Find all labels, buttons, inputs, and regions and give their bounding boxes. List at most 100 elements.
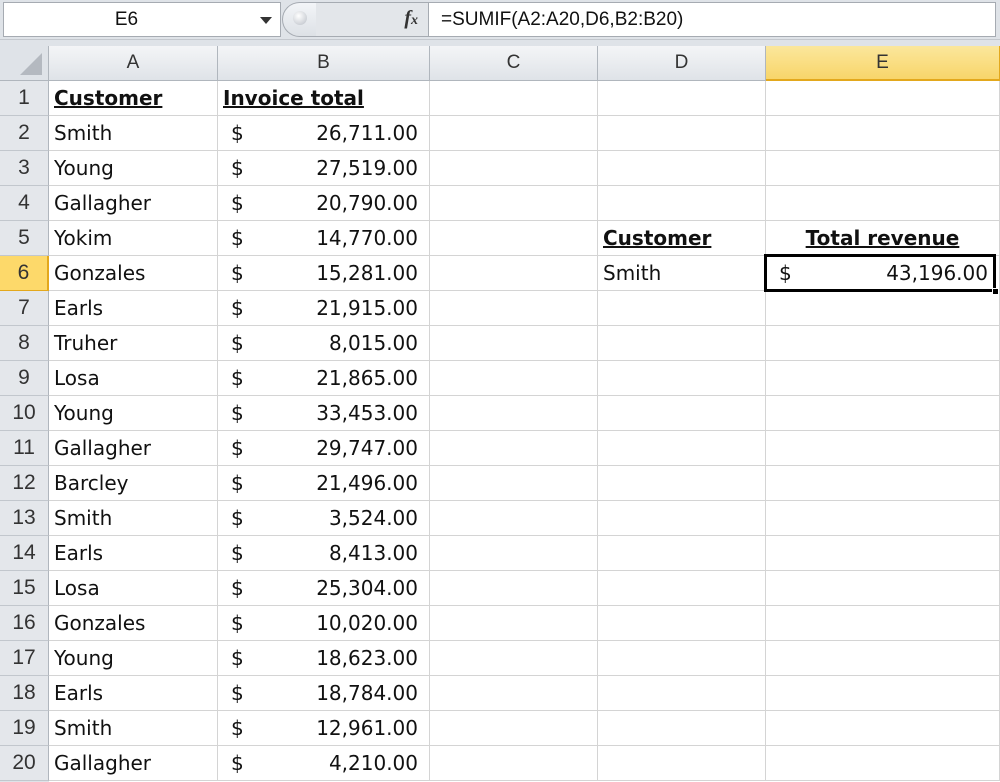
cell-d9[interactable] <box>598 361 766 396</box>
cell-c7[interactable] <box>430 291 598 326</box>
cell-e12[interactable] <box>766 466 1000 501</box>
cell-a11[interactable]: Gallagher <box>49 431 218 466</box>
cell-e13[interactable] <box>766 501 1000 536</box>
cell-d20[interactable] <box>598 746 766 781</box>
cell-a13[interactable]: Smith <box>49 501 218 536</box>
cell-e20[interactable] <box>766 746 1000 781</box>
cell-e17[interactable] <box>766 641 1000 676</box>
cell-e15[interactable] <box>766 571 1000 606</box>
formula-input[interactable]: =SUMIF(A2:A20,D6,B2:B20) <box>428 2 996 37</box>
cell-d12[interactable] <box>598 466 766 501</box>
cell-d7[interactable] <box>598 291 766 326</box>
cell-c11[interactable] <box>430 431 598 466</box>
cell-b17[interactable]: $18,623.00 <box>218 641 430 676</box>
cell-e18[interactable] <box>766 676 1000 711</box>
cell-b14[interactable]: $8,413.00 <box>218 536 430 571</box>
cell-a10[interactable]: Young <box>49 396 218 431</box>
cell-e19[interactable] <box>766 711 1000 746</box>
row-header-11[interactable]: 11 <box>0 431 49 466</box>
cell-c17[interactable] <box>430 641 598 676</box>
row-header-19[interactable]: 19 <box>0 711 49 746</box>
row-header-10[interactable]: 10 <box>0 396 49 431</box>
row-header-2[interactable]: 2 <box>0 116 49 151</box>
cell-b12[interactable]: $21,496.00 <box>218 466 430 501</box>
row-header-1[interactable]: 1 <box>0 81 49 116</box>
cell-a18[interactable]: Earls <box>49 676 218 711</box>
cell-c20[interactable] <box>430 746 598 781</box>
row-header-8[interactable]: 8 <box>0 326 49 361</box>
cell-b19[interactable]: $12,961.00 <box>218 711 430 746</box>
row-header-5[interactable]: 5 <box>0 221 49 256</box>
cell-a8[interactable]: Truher <box>49 326 218 361</box>
column-header-c[interactable]: C <box>430 46 598 81</box>
cell-a12[interactable]: Barcley <box>49 466 218 501</box>
cell-d5[interactable]: Customer <box>598 221 766 256</box>
cell-c14[interactable] <box>430 536 598 571</box>
fill-handle[interactable] <box>992 288 999 295</box>
formula-bar-splitter[interactable] <box>282 2 316 37</box>
cell-e11[interactable] <box>766 431 1000 466</box>
cell-d10[interactable] <box>598 396 766 431</box>
row-header-15[interactable]: 15 <box>0 571 49 606</box>
cell-c13[interactable] <box>430 501 598 536</box>
cell-a19[interactable]: Smith <box>49 711 218 746</box>
name-box-value[interactable]: E6 <box>4 3 249 36</box>
cell-b1[interactable]: Invoice total <box>218 81 430 116</box>
cell-c19[interactable] <box>430 711 598 746</box>
cell-d14[interactable] <box>598 536 766 571</box>
cell-c2[interactable] <box>430 116 598 151</box>
name-box[interactable]: E6 <box>3 2 281 37</box>
cell-a4[interactable]: Gallagher <box>49 186 218 221</box>
cell-d4[interactable] <box>598 186 766 221</box>
cell-e16[interactable] <box>766 606 1000 641</box>
cell-d1[interactable] <box>598 81 766 116</box>
cell-d6[interactable]: Smith <box>598 256 766 291</box>
cell-e10[interactable] <box>766 396 1000 431</box>
cell-d18[interactable] <box>598 676 766 711</box>
cell-b18[interactable]: $18,784.00 <box>218 676 430 711</box>
cell-b9[interactable]: $21,865.00 <box>218 361 430 396</box>
cell-c16[interactable] <box>430 606 598 641</box>
cell-b20[interactable]: $4,210.00 <box>218 746 430 781</box>
cell-e5[interactable]: Total revenue <box>766 221 1000 256</box>
cell-c6[interactable] <box>430 256 598 291</box>
cell-b7[interactable]: $21,915.00 <box>218 291 430 326</box>
cell-b10[interactable]: $33,453.00 <box>218 396 430 431</box>
row-header-6[interactable]: 6 <box>0 256 49 291</box>
cell-d8[interactable] <box>598 326 766 361</box>
cell-a2[interactable]: Smith <box>49 116 218 151</box>
column-header-d[interactable]: D <box>598 46 766 81</box>
cell-a5[interactable]: Yokim <box>49 221 218 256</box>
row-header-16[interactable]: 16 <box>0 606 49 641</box>
cell-b6[interactable]: $15,281.00 <box>218 256 430 291</box>
cell-b3[interactable]: $27,519.00 <box>218 151 430 186</box>
cell-d13[interactable] <box>598 501 766 536</box>
cell-a9[interactable]: Losa <box>49 361 218 396</box>
row-header-13[interactable]: 13 <box>0 501 49 536</box>
cell-a16[interactable]: Gonzales <box>49 606 218 641</box>
cell-b2[interactable]: $26,711.00 <box>218 116 430 151</box>
cell-e4[interactable] <box>766 186 1000 221</box>
cell-d15[interactable] <box>598 571 766 606</box>
cell-b4[interactable]: $20,790.00 <box>218 186 430 221</box>
cell-d17[interactable] <box>598 641 766 676</box>
cell-e1[interactable] <box>766 81 1000 116</box>
cell-d3[interactable] <box>598 151 766 186</box>
column-header-a[interactable]: A <box>49 46 218 81</box>
cell-a17[interactable]: Young <box>49 641 218 676</box>
cell-c3[interactable] <box>430 151 598 186</box>
cell-a20[interactable]: Gallagher <box>49 746 218 781</box>
cell-d16[interactable] <box>598 606 766 641</box>
row-header-20[interactable]: 20 <box>0 746 49 781</box>
row-header-7[interactable]: 7 <box>0 291 49 326</box>
cell-c1[interactable] <box>430 81 598 116</box>
row-header-4[interactable]: 4 <box>0 186 49 221</box>
insert-function-icon[interactable]: fx <box>404 7 418 30</box>
cell-a3[interactable]: Young <box>49 151 218 186</box>
row-header-9[interactable]: 9 <box>0 361 49 396</box>
cell-e3[interactable] <box>766 151 1000 186</box>
row-header-12[interactable]: 12 <box>0 466 49 501</box>
select-all-button[interactable] <box>0 46 49 81</box>
cell-a6[interactable]: Gonzales <box>49 256 218 291</box>
cell-c5[interactable] <box>430 221 598 256</box>
